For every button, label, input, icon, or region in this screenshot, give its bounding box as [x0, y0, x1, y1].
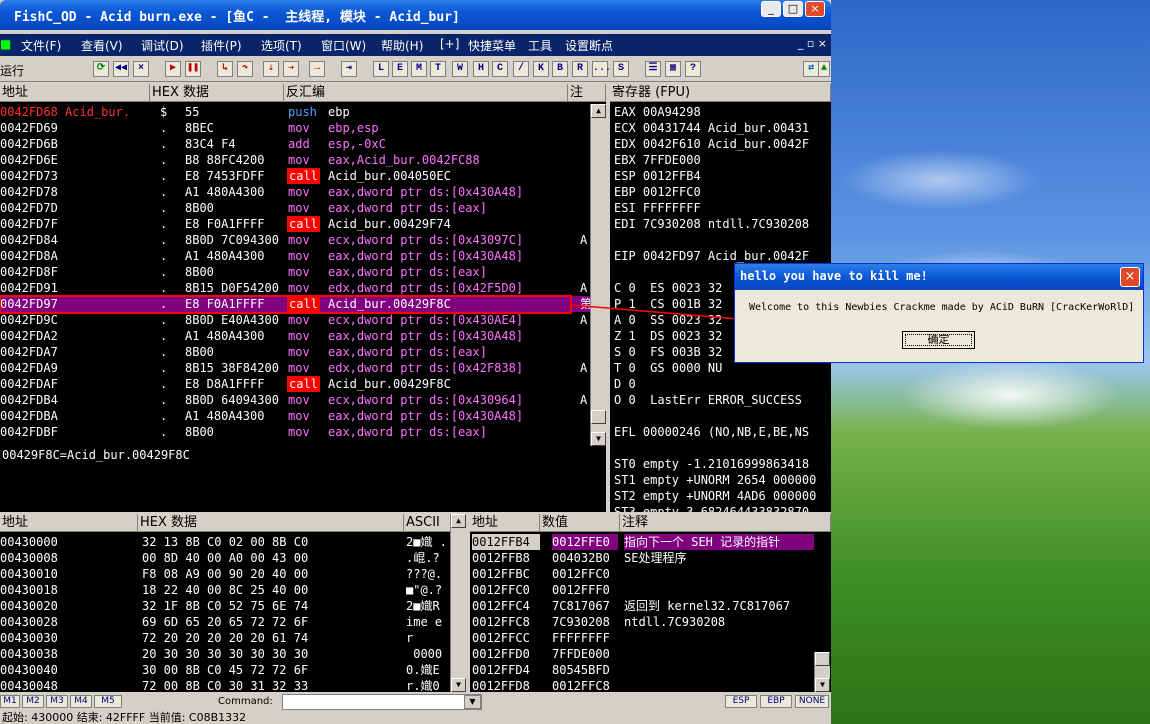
dialog-message: Welcome to this Newbies Crackme made by … [749, 302, 1135, 313]
dialog-ok-button[interactable]: 确定 [902, 331, 975, 349]
dialog-title: hello you have to kill me! [740, 269, 928, 283]
dialog-close-icon[interactable]: × [1120, 267, 1140, 287]
message-dialog: hello you have to kill me! × Welcome to … [734, 263, 1144, 363]
dialog-title-bar[interactable]: hello you have to kill me! × [735, 264, 1143, 290]
highlight-box [0, 295, 572, 314]
